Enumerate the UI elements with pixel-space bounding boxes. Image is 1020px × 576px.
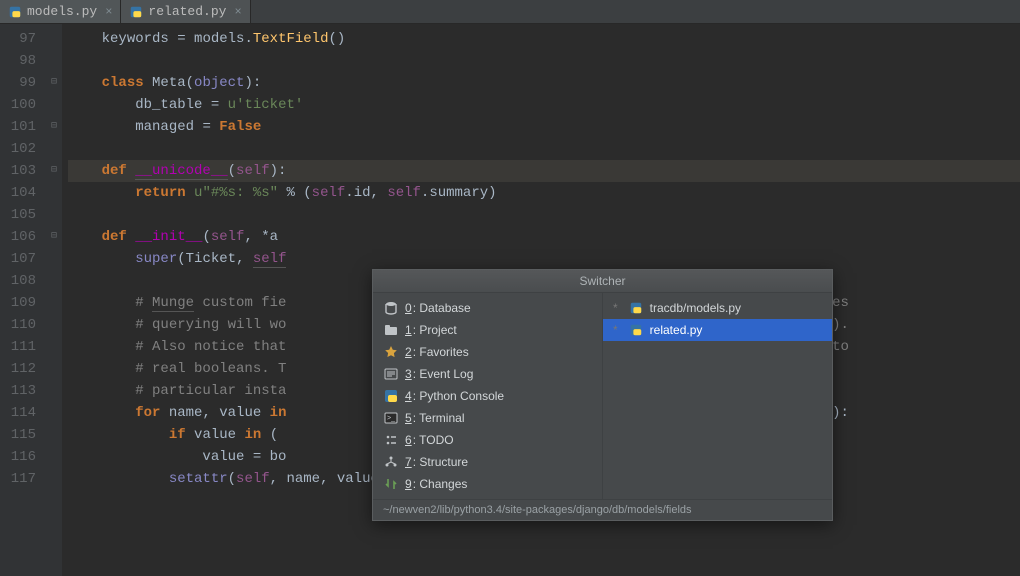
gutter: 9798991001011021031041051061071081091101… — [0, 24, 46, 576]
code-line[interactable] — [68, 50, 1020, 72]
python-file-icon — [8, 5, 22, 19]
code-line[interactable]: db_table = u'ticket' — [68, 94, 1020, 116]
code-line[interactable]: managed = False — [68, 116, 1020, 138]
tab-models[interactable]: models.py × — [0, 0, 121, 23]
star-icon — [383, 344, 399, 360]
pyconsole-icon — [383, 388, 399, 404]
tab-label: models.py — [27, 4, 97, 19]
fold-column: ⊟⊟⊟⊟ — [46, 24, 62, 576]
modified-indicator: * — [613, 323, 618, 337]
switcher-tool-terminal[interactable]: >_5: Terminal — [373, 407, 602, 429]
code-line[interactable]: def __init__(self, *a — [68, 226, 1020, 248]
python-file-icon — [129, 5, 143, 19]
code-line[interactable]: keywords = models.TextField() — [68, 28, 1020, 50]
changes-icon — [383, 476, 399, 492]
switcher-file[interactable]: *related.py — [603, 319, 832, 341]
switcher-tools-column: 0: Database1: Project2: Favorites3: Even… — [373, 293, 603, 499]
code-line[interactable]: super(Ticket, self — [68, 248, 1020, 270]
switcher-tool-event-log[interactable]: 3: Event Log — [373, 363, 602, 385]
tab-related[interactable]: related.py × — [121, 0, 250, 23]
switcher-tool-todo[interactable]: 6: TODO — [373, 429, 602, 451]
switcher-tool-favorites[interactable]: 2: Favorites — [373, 341, 602, 363]
terminal-icon: >_ — [383, 410, 399, 426]
code-line[interactable] — [68, 138, 1020, 160]
editor-tabs: models.py × related.py × — [0, 0, 1020, 24]
svg-text:>_: >_ — [387, 415, 395, 422]
code-line[interactable]: return u"#%s: %s" % (self.id, self.summa… — [68, 182, 1020, 204]
switcher-tool-python-console[interactable]: 4: Python Console — [373, 385, 602, 407]
tab-label: related.py — [148, 4, 226, 19]
switcher-popup: Switcher 0: Database1: Project2: Favorit… — [372, 269, 833, 521]
code-line[interactable]: def __unicode__(self): — [68, 160, 1020, 182]
python-file-icon — [628, 300, 644, 316]
close-icon[interactable]: × — [105, 5, 112, 19]
structure-icon — [383, 454, 399, 470]
switcher-title: Switcher — [373, 270, 832, 293]
project-icon — [383, 322, 399, 338]
switcher-tool-database[interactable]: 0: Database — [373, 297, 602, 319]
switcher-tool-structure[interactable]: 7: Structure — [373, 451, 602, 473]
modified-indicator: * — [613, 301, 618, 315]
close-icon[interactable]: × — [234, 5, 241, 19]
switcher-file[interactable]: *tracdb/models.py — [603, 297, 832, 319]
switcher-tool-project[interactable]: 1: Project — [373, 319, 602, 341]
log-icon — [383, 366, 399, 382]
switcher-files-column: *tracdb/models.py*related.py — [603, 293, 832, 499]
python-file-icon — [628, 322, 644, 338]
code-line[interactable] — [68, 204, 1020, 226]
switcher-tool-changes[interactable]: 9: Changes — [373, 473, 602, 495]
switcher-path: ~/newven2/lib/python3.4/site-packages/dj… — [373, 499, 832, 520]
todo-icon — [383, 432, 399, 448]
code-line[interactable]: class Meta(object): — [68, 72, 1020, 94]
db-icon — [383, 300, 399, 316]
